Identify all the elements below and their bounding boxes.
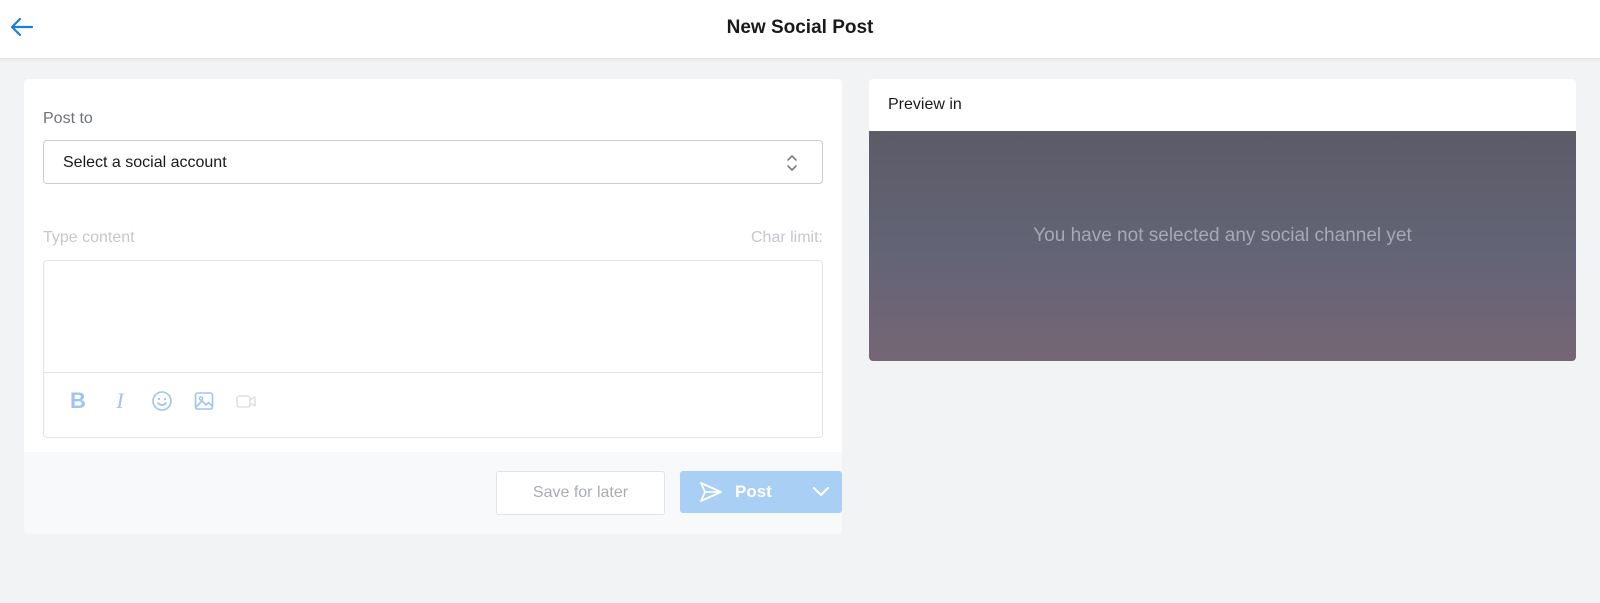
post-to-label: Post to [43,110,93,127]
preview-empty-message: You have not selected any social channel… [1033,225,1412,246]
preview-title: Preview in [888,96,962,113]
image-icon[interactable] [192,389,216,413]
editor-divider [44,372,822,373]
emoji-icon[interactable] [150,389,174,413]
video-icon[interactable] [234,389,258,413]
social-account-select-value: Select a social account [63,154,227,171]
post-button[interactable]: Post [680,471,800,513]
top-bar: New Social Post [0,0,1600,59]
char-limit-label: Char limit: [750,229,823,246]
preview-stage: You have not selected any social channel… [869,131,1576,361]
chevron-up-down-icon [787,155,797,171]
formatting-toolbar: B I [66,386,258,416]
content-editor: B I [43,260,823,438]
bold-icon[interactable]: B [66,388,90,413]
type-content-label: Type content [43,229,135,246]
page-title: New Social Post [726,17,874,38]
social-account-select[interactable]: Select a social account [43,140,823,184]
content-textarea[interactable] [44,261,822,372]
italic-icon[interactable]: I [108,388,132,413]
save-for-later-button[interactable]: Save for later [496,471,665,515]
chevron-down-icon [813,487,829,496]
send-icon [700,482,722,502]
post-options-dropdown[interactable] [800,471,842,513]
composer-footer: Save for later Post [24,452,842,534]
post-button-label: Post [735,482,772,501]
preview-card: Preview in You have not selected any soc… [869,79,1576,361]
post-button-group: Post [680,471,842,513]
